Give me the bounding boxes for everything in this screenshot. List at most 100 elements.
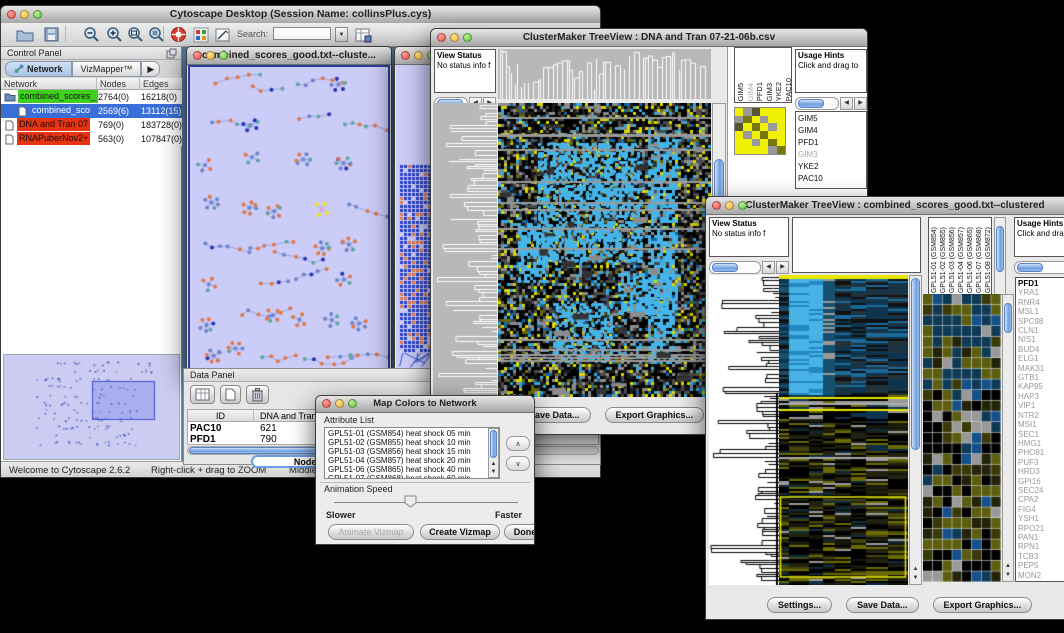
treeview1-titlebar[interactable]: ClusterMaker TreeView : DNA and Tran 07-… [431,29,867,47]
save-button[interactable] [41,25,61,44]
matrix-cell[interactable] [777,131,785,139]
minimize-icon[interactable] [414,51,423,60]
matrix-cell[interactable] [743,108,751,116]
birdseye-view[interactable] [3,354,180,460]
matrix-column-label[interactable]: PFD1 [756,82,765,101]
table-cell-id[interactable]: PAC10 [190,423,222,434]
gene-list-item[interactable]: PUF3 [1018,458,1064,467]
matrix-cell[interactable] [752,139,760,147]
heatmap-canvas[interactable] [779,275,908,585]
matrix-cell[interactable] [743,123,751,131]
gene-list-item[interactable]: SEC1 [1018,430,1064,439]
matrix-cell[interactable] [735,139,743,147]
slider-thumb[interactable] [1017,263,1043,272]
scrollbar-thumb[interactable] [911,278,920,450]
zoom-column-label[interactable]: GPL51-02 (GSM855) [940,227,948,293]
gene-list-item[interactable]: BUD4 [1018,345,1064,354]
zoom-column-label[interactable]: GPL51-06 (GSM865) [967,227,975,293]
tab-network[interactable]: Network [5,61,72,77]
tab-vizmapper[interactable]: VizMapper™ [72,61,142,77]
zoom-column-label[interactable]: GPL51-03 (GSM856) [949,227,957,293]
slider-thumb[interactable] [712,263,738,272]
gene-list-item[interactable]: PAN1 [1018,533,1064,542]
matrix-cell[interactable] [735,146,743,154]
minimize-icon[interactable] [335,399,344,408]
zoom-icon[interactable] [219,51,228,60]
gene-list-item[interactable]: GIM5 [798,113,866,125]
heatmap-vscrollbar[interactable]: ▲ ▼ [909,275,922,585]
gene-list-item[interactable]: HMG1 [1018,439,1064,448]
attribute-list-item[interactable]: GPL51-01 (GSM854) heat shock 05 min [328,429,499,438]
gene-list-item[interactable]: RNR4 [1018,298,1064,307]
network-row[interactable]: combined_scores_ 2764(0)16218(0) [1,90,182,104]
labels-scrollbar[interactable] [994,217,1006,295]
dialog-titlebar[interactable]: Map Colors to Network [316,396,534,413]
hints-slider[interactable]: ◀ ▶ [795,97,867,110]
matrix-cell[interactable] [777,108,785,116]
gene-list-item[interactable]: CPA2 [1018,495,1064,504]
matrix-cell[interactable] [777,139,785,147]
scroll-up-icon[interactable]: ▲ [489,460,498,468]
column-dendrogram[interactable] [498,49,711,99]
gene-list-item[interactable]: SEC24 [1018,486,1064,495]
network-window-titlebar[interactable]: combined_scores_good.txt--cluste... [187,47,391,65]
gene-list-item[interactable]: YRA1 [1018,288,1064,297]
treeview2-titlebar[interactable]: ClusterMaker TreeView : combined_scores_… [706,197,1064,215]
zoom-icon[interactable] [348,399,357,408]
gene-list-item[interactable]: HRD3 [1018,467,1064,476]
column-header-id[interactable]: ID [188,410,254,422]
attribute-list-item[interactable]: GPL51-04 (GSM857) heat shock 20 min [328,456,499,465]
attribute-list-scrollbar[interactable]: ▲ ▼ [488,428,499,478]
close-icon[interactable] [401,51,410,60]
tab-overflow-icon[interactable]: ▶ [141,61,160,77]
annotation-icon[interactable] [213,25,233,44]
matrix-cell[interactable] [777,123,785,131]
scroll-up-icon[interactable]: ▲ [1003,562,1013,570]
gene-list-item[interactable]: SPC98 [1018,317,1064,326]
column-header[interactable]: Network [1,78,97,90]
new-attribute-icon[interactable] [220,385,241,404]
zoom-in-button[interactable] [104,25,124,44]
similarity-matrix[interactable] [734,107,786,155]
slider-left-icon[interactable]: ◀ [762,261,775,274]
network-row-selected[interactable]: combined_sco 2569(6)13112(15) [1,104,182,118]
matrix-cell[interactable] [735,131,743,139]
scroll-up-icon[interactable]: ▲ [910,565,921,573]
plugin-manager-icon[interactable] [191,25,211,44]
birdseye-canvas[interactable] [4,355,179,459]
matrix-cell[interactable] [752,116,760,124]
column-dendrogram-area[interactable] [792,217,921,273]
matrix-cell[interactable] [760,123,768,131]
matrix-cell[interactable] [760,116,768,124]
minimize-icon[interactable] [20,10,29,19]
delete-attribute-trash-icon[interactable] [246,385,269,404]
row-dendrogram[interactable] [709,275,779,585]
gene-list-item[interactable]: MSI1 [1018,420,1064,429]
matrix-column-label[interactable]: GIM3 [766,83,775,101]
treeview-action-button[interactable]: Settings... [767,597,832,613]
zoom-icon[interactable] [33,10,42,19]
gene-list-item[interactable]: YKE2 [798,161,866,173]
scroll-down-icon[interactable]: ▼ [489,468,498,476]
matrix-column-label[interactable]: GIM5 [737,83,746,101]
scrollbar-thumb[interactable] [490,430,497,458]
attribute-list-item[interactable]: GPL51-02 (GSM855) heat shock 10 min [328,438,499,447]
minimize-icon[interactable] [450,33,459,42]
matrix-cell[interactable] [735,108,743,116]
slider-track[interactable] [1014,261,1064,274]
close-icon[interactable] [322,399,331,408]
column-header[interactable]: Nodes [97,78,140,90]
gene-list-item[interactable]: PEP5 [1018,561,1064,570]
help-lifesaver-icon[interactable] [168,25,188,44]
attribute-select-icon[interactable] [190,385,215,404]
treeview-action-button[interactable]: Export Graphics... [605,407,705,423]
treeview-action-button[interactable]: Save Data... [846,597,919,613]
matrix-cell[interactable] [752,108,760,116]
treeview-action-button[interactable]: Export Graphics... [933,597,1033,613]
gene-list-item[interactable]: MON2 [1018,571,1064,580]
attribute-list-item[interactable]: GPL51-06 (GSM865) heat shock 40 min [328,465,499,474]
search-dropdown-icon[interactable]: ▼ [335,27,348,42]
move-down-button[interactable]: ∨ [506,456,530,471]
search-input[interactable] [273,27,331,40]
matrix-cell[interactable] [760,139,768,147]
